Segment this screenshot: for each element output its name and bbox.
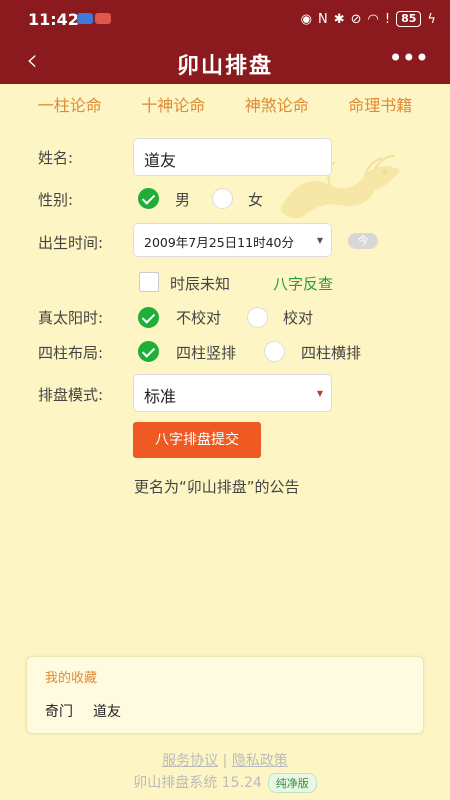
favorites-list: 奇门 道友 [45, 701, 121, 721]
charging-icon: ϟ [427, 11, 436, 27]
footer-version: 卯山排盘系统 15.24 纯净版 [0, 772, 450, 793]
solar-correct-label: 校对 [283, 309, 314, 327]
favorites-card: 我的收藏 奇门 道友 [26, 656, 424, 734]
gender-male-label: 男 [175, 191, 191, 209]
favorites-title: 我的收藏 [45, 671, 98, 686]
rename-notice-link[interactable]: 更名为“卯山排盘”的公告 [134, 476, 300, 497]
status-bar: 11:42 ◉ N ✱ ⊘ ◠ ! 85 ϟ [0, 0, 450, 40]
notification-icon [77, 13, 93, 24]
mute-icon: ⊘ [350, 11, 362, 27]
page-title: 卯山排盘 [176, 53, 273, 79]
tab-shensha[interactable]: 神煞论命 [245, 92, 309, 116]
footer-links: 服务协议 | 隐私政策 [0, 750, 450, 770]
name-label: 姓名: [38, 149, 74, 167]
birth-time-value: 2009年7月25日11时40分 [144, 235, 294, 250]
submit-button[interactable]: 八字排盘提交 [133, 422, 261, 458]
favorite-item[interactable]: 奇门 [45, 701, 73, 721]
mode-label: 排盘模式: [38, 386, 104, 404]
service-agreement-link[interactable]: 服务协议 [162, 753, 218, 769]
today-button[interactable]: 今 [348, 233, 378, 249]
gender-male-radio[interactable] [138, 188, 159, 209]
bluetooth-icon: ✱ [333, 11, 345, 27]
status-time: 11:42 [28, 10, 79, 29]
unknown-hour-label: 时辰未知 [170, 275, 231, 293]
layout-horizontal-radio[interactable] [264, 341, 285, 362]
app-header: ‹ 卯山排盘 ••• [0, 40, 450, 84]
eye-icon: ◉ [300, 11, 312, 27]
tab-books[interactable]: 命理书籍 [348, 92, 412, 116]
reverse-lookup-link[interactable]: 八字反查 [273, 273, 333, 294]
more-icon[interactable]: ••• [389, 44, 429, 72]
top-tabs: 一柱论命 十神论命 神煞论命 命理书籍 [0, 84, 450, 124]
gender-female-label: 女 [248, 191, 264, 209]
chevron-down-icon: ▼ [316, 236, 323, 245]
solar-time-label: 真太阳时: [38, 309, 104, 327]
footer-separator: | [222, 753, 228, 769]
layout-vertical-label: 四柱竖排 [176, 344, 237, 362]
nfc-icon: N [318, 11, 328, 27]
solar-correct-radio[interactable] [247, 307, 268, 328]
birth-time-label: 出生时间: [38, 234, 104, 252]
version-text: 卯山排盘系统 15.24 [133, 775, 262, 791]
status-icons: ◉ N ✱ ⊘ ◠ ! 85 ϟ [301, 11, 436, 27]
notification-icon [95, 13, 111, 24]
tab-yizhu[interactable]: 一柱论命 [38, 92, 102, 116]
name-input[interactable]: 道友 [133, 138, 332, 176]
layout-label: 四柱布局: [38, 344, 104, 362]
mode-select[interactable]: 标准 ▼ [133, 374, 332, 412]
battery-icon: 85 [396, 11, 422, 27]
tab-shishen[interactable]: 十神论命 [141, 92, 205, 116]
solar-no-correct-label: 不校对 [176, 309, 222, 327]
edition-badge: 纯净版 [267, 773, 317, 793]
layout-vertical-radio[interactable] [138, 341, 159, 362]
layout-horizontal-label: 四柱横排 [301, 344, 362, 362]
solar-no-correct-radio[interactable] [138, 307, 159, 328]
gender-label: 性别: [38, 191, 74, 209]
unknown-hour-checkbox[interactable] [139, 272, 159, 292]
birth-time-select[interactable]: 2009年7月25日11时40分 ▼ [133, 223, 332, 257]
alert-icon: ! [384, 11, 391, 27]
favorite-item[interactable]: 道友 [93, 701, 121, 721]
chevron-down-icon: ▼ [316, 389, 323, 398]
wifi-icon: ◠ [367, 11, 379, 27]
gender-female-radio[interactable] [212, 188, 233, 209]
privacy-policy-link[interactable]: 隐私政策 [232, 753, 288, 769]
mode-value: 标准 [144, 387, 177, 406]
